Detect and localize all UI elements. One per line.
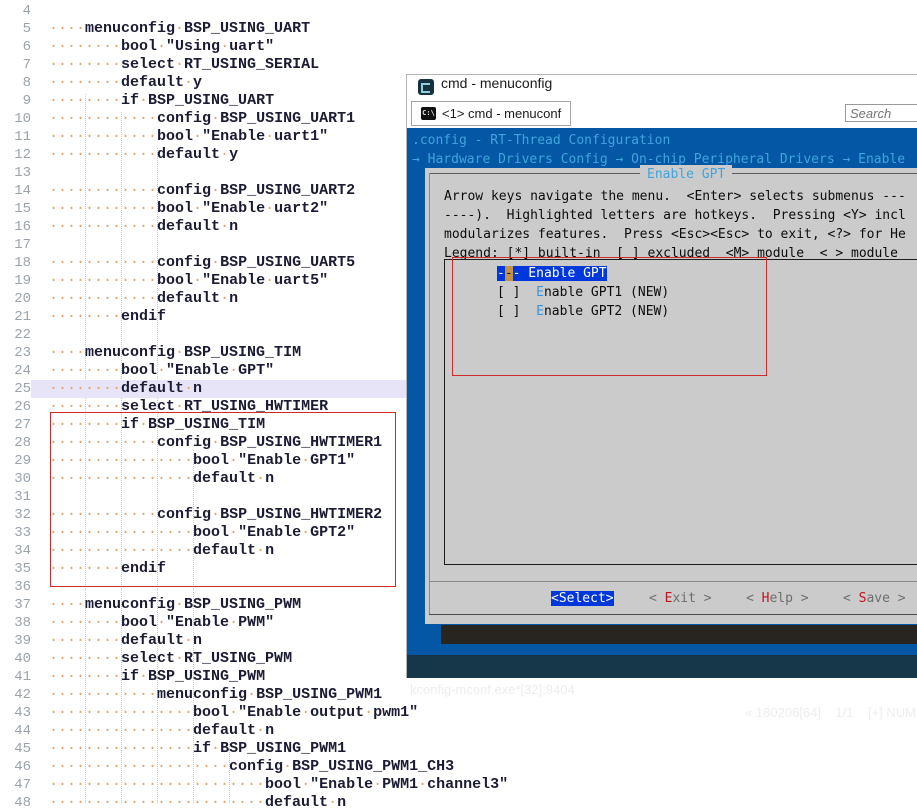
line-number: 34 [0, 542, 31, 560]
code-line[interactable]: 44················default·n [0, 722, 917, 740]
search-input[interactable] [845, 104, 917, 122]
help-button[interactable]: < Help > [746, 589, 809, 608]
line-number: 11 [0, 128, 31, 146]
line-number: 24 [0, 362, 31, 380]
code-line[interactable]: 5····menuconfig·BSP_USING_UART [0, 20, 917, 38]
window-title: cmd - menuconfig [441, 75, 552, 97]
code-line[interactable]: 48························default·n [0, 794, 917, 812]
line-number: 13 [0, 164, 31, 182]
console-unpainted-area [441, 625, 917, 644]
tab-cmd-menuconfig[interactable]: C:\ <1> cmd - menuconf [411, 101, 571, 126]
line-number: 17 [0, 236, 31, 254]
line-number: 27 [0, 416, 31, 434]
line-number: 45 [0, 740, 31, 758]
dialog-title: Enable GPT [640, 165, 732, 184]
cmd-icon: C:\ [421, 107, 436, 120]
code-line[interactable]: 6········bool·"Using·uart" [0, 38, 917, 56]
line-number: 6 [0, 38, 31, 56]
line-number: 28 [0, 434, 31, 452]
line-number: 30 [0, 470, 31, 488]
dialog-help-line: modularizes features. Press <Esc><Esc> t… [444, 225, 906, 244]
dialog-help-line: Arrow keys navigate the menu. <Enter> se… [444, 187, 906, 206]
annotation-box-console [452, 257, 767, 376]
line-number: 36 [0, 578, 31, 596]
select-button[interactable]: <Select> [551, 589, 614, 608]
line-number: 19 [0, 272, 31, 290]
line-number: 42 [0, 686, 31, 704]
line-number: 33 [0, 524, 31, 542]
line-number: 48 [0, 794, 31, 812]
line-number: 15 [0, 200, 31, 218]
line-content: ················if·BSP_USING_PWM1 [31, 740, 917, 758]
dialog-buttons: <Select> < Exit > < Help > < Save > [425, 589, 917, 608]
line-number: 43 [0, 704, 31, 722]
conemu-window: cmd - menuconfig C:\ <1> cmd - menuconf … [406, 74, 917, 678]
conemu-statusbar: kconfig-mconf.exe*[32]:9404 « 180206[64]… [407, 655, 917, 678]
line-number: 22 [0, 326, 31, 344]
dialog-help: Arrow keys navigate the menu. <Enter> se… [444, 187, 906, 263]
window-titlebar: cmd - menuconfig [407, 75, 917, 97]
line-content: ················default·n [31, 722, 917, 740]
line-number: 12 [0, 146, 31, 164]
dialog-border-left [429, 173, 430, 615]
line-number: 10 [0, 110, 31, 128]
line-number: 39 [0, 632, 31, 650]
tab-label: <1> cmd - menuconf [442, 106, 561, 121]
line-number: 5 [0, 20, 31, 38]
code-line[interactable]: 47························bool·"Enable·P… [0, 776, 917, 794]
dialog-border-bottom [429, 614, 917, 615]
code-line[interactable]: 46····················config·BSP_USING_P… [0, 758, 917, 776]
line-number: 40 [0, 650, 31, 668]
line-number: 38 [0, 614, 31, 632]
line-number: 26 [0, 398, 31, 416]
annotation-box-editor [50, 412, 396, 587]
line-content: ········select·RT_USING_SERIAL [31, 56, 917, 74]
line-number: 8 [0, 74, 31, 92]
conemu-icon [418, 79, 434, 95]
line-number: 31 [0, 488, 31, 506]
statusbar-info: « 180206[64] 1/1 [+] NUM [745, 701, 916, 724]
dialog-help-line: ----). Highlighted letters are hotkeys. … [444, 206, 906, 225]
line-number: 29 [0, 452, 31, 470]
line-number: 47 [0, 776, 31, 794]
line-content: ····menuconfig·BSP_USING_UART [31, 20, 917, 38]
line-number: 14 [0, 182, 31, 200]
line-content: ········bool·"Using·uart" [31, 38, 917, 56]
line-number: 9 [0, 92, 31, 110]
code-line[interactable]: 7········select·RT_USING_SERIAL [0, 56, 917, 74]
line-number: 21 [0, 308, 31, 326]
line-number: 35 [0, 560, 31, 578]
menuconfig-dialog: Enable GPT Arrow keys navigate the menu.… [425, 168, 917, 624]
code-line[interactable]: 4 [0, 2, 917, 20]
line-number: 37 [0, 596, 31, 614]
code-line[interactable]: 45················if·BSP_USING_PWM1 [0, 740, 917, 758]
dialog-separator [429, 581, 917, 582]
line-content: ························bool·"Enable·PWM… [31, 776, 917, 794]
save-button[interactable]: < Save > [843, 589, 906, 608]
line-number: 41 [0, 668, 31, 686]
line-content: ························default·n [31, 794, 917, 812]
line-number: 16 [0, 218, 31, 236]
line-number: 32 [0, 506, 31, 524]
line-number: 44 [0, 722, 31, 740]
line-number: 18 [0, 254, 31, 272]
line-number: 7 [0, 56, 31, 74]
line-content [31, 2, 917, 20]
line-content: ····················config·BSP_USING_PWM… [31, 758, 917, 776]
exit-button[interactable]: < Exit > [649, 589, 712, 608]
kconfig-header: .config - RT-Thread Configuration [412, 131, 670, 150]
tab-bar: C:\ <1> cmd - menuconf [407, 97, 917, 128]
line-number: 20 [0, 290, 31, 308]
line-number: 23 [0, 344, 31, 362]
line-number: 46 [0, 758, 31, 776]
console-screen: .config - RT-Thread Configuration → Hard… [407, 128, 917, 655]
line-number: 25 [0, 380, 31, 398]
statusbar-process: kconfig-mconf.exe*[32]:9404 [410, 678, 575, 701]
line-number: 4 [0, 2, 31, 20]
